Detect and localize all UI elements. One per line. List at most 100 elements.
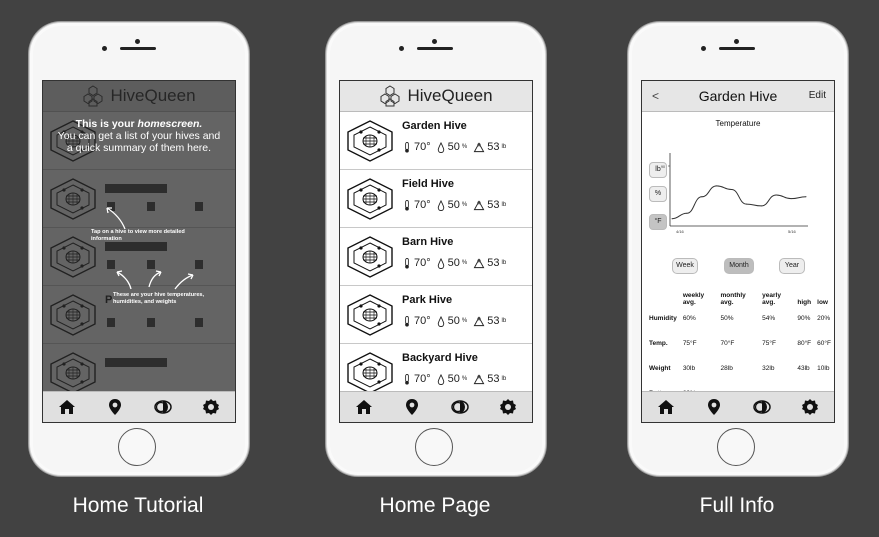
humidity-value: 50 (447, 373, 460, 385)
scale-weight-icon (473, 199, 485, 210)
beehive-icon (347, 294, 393, 336)
location-icon[interactable] (403, 398, 421, 416)
table-cell: 50% (720, 315, 734, 322)
weight-value: 53 (487, 199, 500, 211)
beehive-icon (347, 352, 393, 394)
camera (102, 46, 107, 51)
hive-name: Barn Hive (402, 236, 454, 248)
table-cell: 70°F (720, 340, 735, 347)
data-point (671, 218, 673, 220)
phone-home-button[interactable] (415, 428, 453, 466)
hive-name: Field Hive (402, 178, 454, 190)
humidity-unit: % (461, 144, 468, 150)
table-cell: 75°F (682, 340, 697, 347)
phone-home-button[interactable] (717, 428, 755, 466)
hive-list-item[interactable]: Field Hive 70° 50% 53 lb (340, 170, 532, 228)
data-point (731, 189, 733, 190)
beehive-icon (347, 236, 393, 278)
sensor-dot (135, 39, 140, 44)
phone-full-info: < Garden Hive Edit Temperature lb % °F 9… (628, 22, 848, 476)
table-cell: 60% (682, 315, 696, 322)
location-icon[interactable] (705, 398, 723, 416)
droplet-icon (437, 141, 444, 153)
table-cell: 30lb (682, 365, 696, 372)
table-row: Weight 30lb 28lb 32lb 43lb 10lb (646, 356, 834, 381)
tutorial-overlay[interactable]: This is your homescreen. You can get a l… (43, 81, 235, 392)
hive-name: Garden Hive (402, 120, 467, 132)
tutorial-screen: HiveQueen P (42, 80, 236, 423)
speaker (719, 47, 755, 50)
data-point (775, 194, 777, 196)
humidity-value: 50 (447, 257, 460, 269)
thermometer-icon (405, 199, 409, 211)
range-year-button[interactable]: Year (779, 258, 805, 274)
hive-list-item[interactable]: Park Hive 70° 50% 53 lb (340, 286, 532, 344)
hive-list-item[interactable]: Garden Hive 70° 50% 53 lb (340, 112, 532, 170)
hive-stats: 70° 50% 53 lb (402, 373, 506, 385)
home-icon[interactable] (657, 398, 675, 416)
scale-weight-icon (473, 141, 485, 152)
x-start-label: 4/16 (676, 229, 685, 234)
column-header: monthly avg. (720, 292, 746, 306)
data-point (805, 196, 807, 198)
range-week-button[interactable]: Week (672, 258, 698, 274)
location-icon[interactable] (106, 398, 124, 416)
column-header: weekly avg. (682, 292, 705, 306)
table-cell: 10lb (817, 365, 830, 372)
table-header-row: weekly avg. monthly avg. yearly avg. high lo… (646, 286, 834, 306)
table-cell: 54% (762, 315, 776, 322)
phone-tutorial: HiveQueen P (29, 22, 249, 476)
temperature-value: 70° (414, 257, 431, 269)
range-month-button[interactable]: Month (724, 258, 754, 274)
settings-icon[interactable] (801, 398, 819, 416)
column-header: yearly avg. (762, 292, 781, 306)
home-icon[interactable] (58, 398, 76, 416)
toggle-icon[interactable] (154, 398, 172, 416)
speaker (120, 47, 156, 50)
thermometer-icon (405, 257, 409, 269)
humidity-value: 50 (447, 315, 460, 327)
humidity-value: 50 (447, 141, 460, 153)
hive-stats: 70° 50% 53 lb (402, 257, 506, 269)
thermometer-icon (405, 141, 409, 153)
caption-full-info: Full Info (699, 494, 775, 517)
settings-icon[interactable] (499, 398, 517, 416)
stats-table: weekly avg. monthly avg. yearly avg. high lo… (646, 286, 834, 406)
temperature-value: 70° (414, 199, 431, 211)
toggle-icon[interactable] (753, 398, 771, 416)
data-point (716, 185, 718, 187)
tip-tap-hive: Tap on a hive to view more detailed info… (91, 229, 185, 242)
humidity-value: 50 (447, 199, 460, 211)
bottom-nav (340, 391, 532, 422)
app-title: HiveQueen (407, 86, 493, 105)
hive-name: Park Hive (402, 294, 453, 306)
humidity-unit: % (461, 202, 468, 208)
row-label: Humidity (649, 315, 677, 322)
table-cell: 20% (817, 315, 831, 322)
hive-name: Backyard Hive (402, 352, 478, 364)
weight-value: 53 (487, 373, 500, 385)
temperature-chart: 90 4/16 5/16 (661, 153, 808, 234)
camera (701, 46, 706, 51)
weight-value: 53 (487, 257, 500, 269)
table-row: Humidity 60% 50% 54% 90% 20% (646, 306, 834, 331)
hive-list: Garden Hive 70° 50% 53 lb Field Hive 70° 50% 53 l… (340, 112, 532, 402)
home-icon[interactable] (355, 398, 373, 416)
weight-value: 53 (487, 141, 500, 153)
scale-weight-icon (473, 373, 485, 384)
y-top-label: 90 (661, 165, 665, 169)
data-point (790, 198, 792, 200)
settings-icon[interactable] (202, 398, 220, 416)
column-header: high (797, 299, 812, 306)
thermometer-icon (405, 373, 409, 385)
phone-home-button[interactable] (118, 428, 156, 466)
temperature-value: 70° (414, 373, 431, 385)
toggle-icon[interactable] (451, 398, 469, 416)
temperature-value: 70° (414, 141, 431, 153)
table-cell: 32lb (762, 365, 775, 372)
weight-unit: lb (501, 144, 507, 150)
scale-weight-icon (473, 257, 485, 268)
hive-list-item[interactable]: Barn Hive 70° 50% 53 lb (340, 228, 532, 286)
table-cell: 28lb (720, 365, 733, 372)
row-label: Temp. (649, 340, 668, 347)
